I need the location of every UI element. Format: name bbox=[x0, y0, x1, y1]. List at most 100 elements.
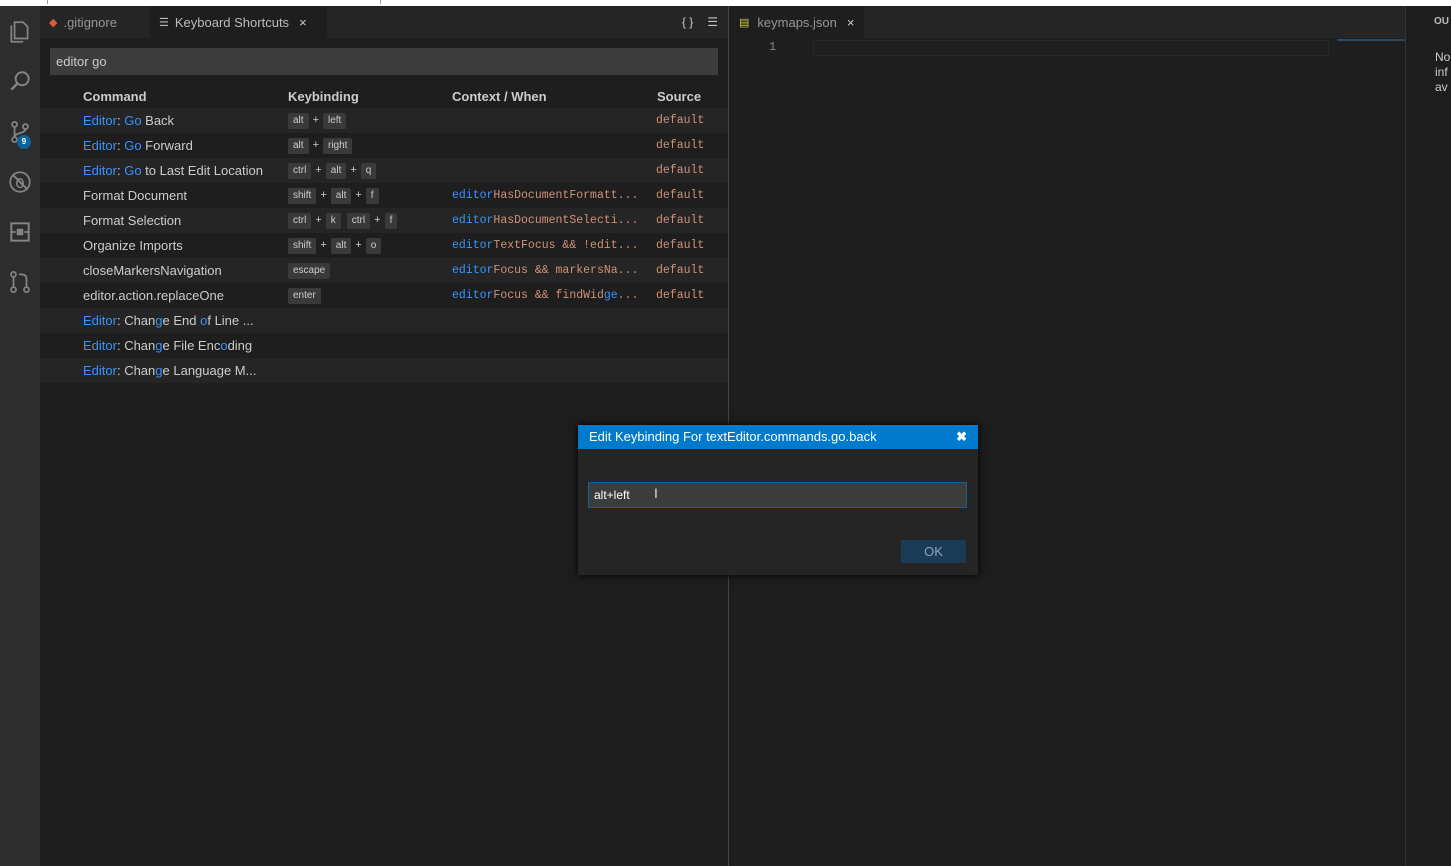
column-command: Command bbox=[83, 89, 147, 104]
json-file-icon: ▤ bbox=[739, 16, 750, 29]
column-keybinding: Keybinding bbox=[288, 89, 359, 104]
source-cell: default bbox=[656, 114, 705, 127]
table-row[interactable]: Editor: Go Forward alt + right default bbox=[40, 133, 728, 158]
clear-history-icon[interactable]: ☰ bbox=[707, 15, 718, 29]
keybinding-cell: escape bbox=[288, 258, 448, 283]
key-label: f bbox=[365, 187, 379, 204]
table-header: Command Keybinding Context / When Source bbox=[40, 86, 728, 108]
minimap-slider[interactable] bbox=[1337, 39, 1405, 41]
search-icon[interactable] bbox=[0, 60, 40, 104]
source-cell: default bbox=[656, 189, 705, 202]
ok-button[interactable]: OK bbox=[901, 540, 966, 563]
command-cell: closeMarkersNavigation bbox=[83, 263, 222, 278]
table-row[interactable]: Organize Imports shift + alt + o editorTextFoc… bbox=[40, 233, 728, 258]
key-label: alt bbox=[288, 137, 309, 154]
source-control-badge: 9 bbox=[17, 135, 31, 149]
keybindings-search-input[interactable] bbox=[50, 48, 718, 75]
keybinding-cell: alt + left bbox=[288, 108, 448, 133]
context-cell bbox=[452, 108, 642, 133]
keybinding-input[interactable] bbox=[588, 482, 967, 508]
close-icon[interactable]: × bbox=[847, 15, 855, 30]
key-label: alt bbox=[330, 237, 352, 254]
table-row[interactable]: Editor: Change End of Line ... bbox=[40, 308, 728, 333]
editor-tab-bar: ◆ .gitignore ☰ Keyboard Shortcuts × { } … bbox=[40, 6, 728, 38]
line-number: 1 bbox=[769, 40, 777, 54]
column-context: Context / When bbox=[452, 89, 547, 104]
keybinding-cell bbox=[288, 333, 448, 358]
table-row[interactable]: closeMarkersNavigation escape editorFocus … bbox=[40, 258, 728, 283]
strip-tick bbox=[47, 0, 48, 4]
editor-actions: { } ☰ bbox=[682, 6, 718, 38]
table-row[interactable]: Editor: Go to Last Edit Location ctrl + alt… bbox=[40, 158, 728, 183]
table-row[interactable]: Editor: Go Back alt + left default bbox=[40, 108, 728, 133]
key-label: k bbox=[325, 212, 341, 229]
source-cell: default bbox=[656, 139, 705, 152]
output-message: No inf av bbox=[1435, 50, 1451, 94]
key-label: alt bbox=[330, 187, 352, 204]
source-cell: default bbox=[656, 214, 705, 227]
command-cell: editor.action.replaceOne bbox=[83, 288, 224, 303]
keybinding-cell bbox=[288, 358, 448, 383]
command-cell: Editor: Go Back bbox=[83, 113, 175, 128]
keybinding-cell: shift + alt + f bbox=[288, 183, 448, 208]
list-icon: ☰ bbox=[159, 16, 169, 29]
context-cell bbox=[452, 158, 642, 183]
source-cell bbox=[656, 308, 716, 333]
key-label: ctrl bbox=[288, 212, 312, 229]
extensions-icon[interactable] bbox=[0, 210, 40, 254]
source-cell: default bbox=[656, 264, 705, 277]
source-cell bbox=[656, 358, 716, 383]
current-line-highlight[interactable] bbox=[813, 40, 1329, 56]
tab-keymaps-json[interactable]: ▤ keymaps.json × bbox=[729, 6, 865, 38]
keybindings-table: Editor: Go Back alt + left default Editor: Go… bbox=[40, 108, 728, 383]
source-cell: default bbox=[656, 289, 705, 302]
explorer-icon[interactable] bbox=[0, 10, 40, 54]
tab-keyboard-shortcuts[interactable]: ☰ Keyboard Shortcuts × bbox=[150, 6, 327, 38]
key-label: shift bbox=[288, 187, 317, 204]
column-source: Source bbox=[657, 89, 702, 104]
table-row[interactable]: editor.action.replaceOne enter editorFocus… bbox=[40, 283, 728, 308]
dialog-title: Edit Keybinding For textEditor.commands.… bbox=[589, 429, 877, 444]
close-icon[interactable]: × bbox=[299, 15, 307, 30]
command-cell: Editor: Change Language M... bbox=[83, 363, 257, 378]
keybinding-cell: ctrl + k ctrl + f bbox=[288, 208, 448, 233]
context-cell: editorFocus && markersNa... bbox=[452, 264, 639, 277]
table-row[interactable]: Format Selection ctrl + k ctrl + f editorHasDoc… bbox=[40, 208, 728, 233]
edit-keybinding-dialog: Edit Keybinding For textEditor.commands.… bbox=[578, 425, 978, 575]
close-icon[interactable]: ✖ bbox=[956, 425, 967, 449]
keybinding-cell: enter bbox=[288, 283, 448, 308]
table-row[interactable]: Editor: Change Language M... bbox=[40, 358, 728, 383]
tab-label: .gitignore bbox=[63, 14, 117, 30]
keybinding-cell bbox=[288, 308, 448, 333]
tab-gitignore[interactable]: ◆ .gitignore bbox=[40, 6, 159, 38]
context-cell: editorHasDocumentSelecti... bbox=[452, 214, 639, 227]
dialog-title-bar: Edit Keybinding For textEditor.commands.… bbox=[578, 425, 978, 449]
debug-icon[interactable] bbox=[0, 160, 40, 204]
keybinding-cell: ctrl + alt + q bbox=[288, 158, 448, 183]
output-title: OU bbox=[1434, 16, 1449, 27]
key-label: ctrl bbox=[288, 162, 312, 179]
pull-request-icon[interactable] bbox=[0, 260, 40, 304]
command-cell: Format Document bbox=[83, 188, 188, 203]
command-cell: Editor: Change File Encoding bbox=[83, 338, 253, 353]
key-label: alt bbox=[325, 162, 347, 179]
key-label: q bbox=[360, 162, 377, 179]
editor-tab-bar-right: ▤ keymaps.json × bbox=[729, 6, 1405, 38]
open-json-icon[interactable]: { } bbox=[682, 15, 693, 29]
context-cell: editorTextFocus && !edit... bbox=[452, 239, 639, 252]
key-label: escape bbox=[288, 262, 331, 279]
context-cell bbox=[452, 308, 642, 333]
key-label: left bbox=[323, 112, 347, 129]
table-row[interactable]: Editor: Change File Encoding bbox=[40, 333, 728, 358]
context-cell bbox=[452, 333, 642, 358]
keybinding-cell: alt + right bbox=[288, 133, 448, 158]
key-label: right bbox=[323, 137, 353, 154]
key-label: f bbox=[384, 212, 398, 229]
key-label: alt bbox=[288, 112, 309, 129]
key-label: ctrl bbox=[346, 212, 371, 229]
source-cell: default bbox=[656, 239, 705, 252]
tab-label: Keyboard Shortcuts bbox=[174, 14, 290, 30]
table-row[interactable]: Format Document shift + alt + f editorHasDocum… bbox=[40, 183, 728, 208]
key-label: enter bbox=[288, 287, 321, 304]
strip-tick bbox=[380, 0, 381, 4]
